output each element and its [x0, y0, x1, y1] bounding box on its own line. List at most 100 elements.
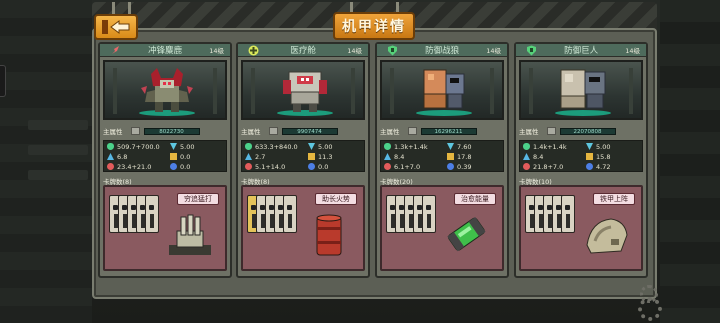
heart-icon	[523, 143, 530, 150]
turret-icon	[169, 214, 211, 255]
attribute-chip-icon	[130, 127, 140, 135]
stat-crit: 0.0	[308, 162, 328, 171]
attribute-chip-icon	[268, 127, 278, 135]
mech-card-0[interactable]: 冲锋麋鹿 14级 主属性 8022730 509.7+700.0 5.00 6.…	[98, 42, 232, 278]
mech-level: 14级	[209, 47, 224, 55]
skill-name[interactable]: 治愈能量	[454, 193, 496, 205]
armor-icon	[384, 153, 391, 160]
armor-icon	[245, 153, 252, 160]
mech-name: 防御巨人	[564, 46, 599, 56]
skill-name[interactable]: 助长火势	[315, 193, 357, 205]
stat-shield: 15.8	[586, 152, 610, 161]
armor-icon	[523, 153, 530, 160]
stat-hp: 1.3k+1.4k	[384, 142, 428, 151]
main-attribute: 主属性 22070808	[519, 126, 616, 136]
fist-icon	[523, 163, 530, 170]
background-side-item	[28, 145, 88, 155]
mech-portrait	[519, 60, 643, 120]
back-button[interactable]	[94, 14, 138, 40]
speed-icon	[308, 143, 315, 150]
fist-icon	[245, 163, 252, 170]
main-attr-label: 主属性	[103, 128, 123, 136]
shield-icon	[447, 153, 454, 160]
mech-name: 防御战狼	[425, 46, 460, 56]
stat-hp: 509.7+700.0	[107, 142, 160, 151]
main-attr-value: 16296211	[420, 127, 477, 135]
mech-portrait	[103, 60, 227, 120]
card-header: 冲锋麋鹿 14级	[100, 44, 230, 57]
mech-name: 冲锋麋鹿	[148, 46, 183, 56]
stats-panel: 633.3+840.0 5.00 2.7 11.3 5.1+14.0 0.0	[241, 140, 365, 172]
mech-card-1[interactable]: 医疗舱 14级 主属性 9907474 633.3+840.0 5.00 2.7…	[236, 42, 370, 278]
skill-card-box[interactable]: 铁甲上阵	[519, 185, 643, 271]
shield-icon	[526, 45, 537, 56]
mech-name: 医疗舱	[290, 46, 316, 56]
heal-cross-icon	[248, 45, 259, 56]
skill-card-box[interactable]: 助长火势	[241, 185, 365, 271]
shield-icon	[586, 153, 593, 160]
main-attr-label: 主属性	[241, 128, 261, 136]
skill-card-box[interactable]: 治愈能量	[380, 185, 504, 271]
gear-icon	[638, 297, 662, 321]
mech-portrait	[380, 60, 504, 120]
mech-level: 14级	[347, 47, 362, 55]
stats-panel: 509.7+700.0 5.00 6.8 0.0 23.4+21.0 0.0	[103, 140, 227, 172]
side-drawer-handle[interactable]	[0, 65, 6, 97]
background-side-item	[28, 120, 88, 130]
shield-icon	[170, 153, 177, 160]
main-attr-label: 主属性	[519, 128, 539, 136]
mech-sprite	[139, 68, 195, 116]
game-screen: 机甲详情 冲锋麋鹿 14级 主属性 8022730 509.7+700.0 5.…	[0, 0, 720, 323]
speed-icon	[170, 143, 177, 150]
stats-panel: 1.3k+1.4k 7.60 8.4 17.8 6.1+7.0 0.39	[380, 140, 504, 172]
stat-crit: 0.0	[170, 162, 190, 171]
card-header: 防御巨人 14级	[516, 44, 646, 57]
mech-card-3[interactable]: 防御巨人 14级 主属性 22070808 1.4k+1.4k 5.00 8.4	[514, 42, 648, 278]
stat-shield: 17.8	[447, 152, 471, 161]
mech-card-2[interactable]: 防御战狼 14级 主属性 16296211 1.3k+1.4k 7.60 8.4	[375, 42, 509, 278]
energy-battery-icon	[447, 217, 486, 252]
heart-icon	[107, 143, 114, 150]
background-right-wall	[660, 0, 720, 323]
skill-card-box[interactable]: 穷追猛打	[103, 185, 227, 271]
mini-card	[145, 195, 159, 233]
fist-icon	[384, 163, 391, 170]
heart-icon	[245, 143, 252, 150]
speed-icon	[447, 143, 454, 150]
rocket-icon	[110, 45, 121, 56]
main-attribute: 主属性 9907474	[241, 126, 338, 136]
hanger-chain	[112, 2, 115, 14]
stat-attack: 21.8+7.0	[523, 162, 563, 171]
card-header: 医疗舱 14级	[238, 44, 368, 57]
mini-card	[422, 195, 436, 233]
armor-plate-icon	[586, 218, 628, 254]
crit-icon	[170, 163, 177, 170]
stat-shield: 11.3	[308, 152, 332, 161]
main-attribute: 主属性 8022730	[103, 126, 200, 136]
main-attr-value: 9907474	[281, 127, 338, 135]
heart-icon	[384, 143, 391, 150]
stat-speed: 5.00	[170, 142, 194, 151]
skill-name[interactable]: 铁甲上阵	[593, 193, 635, 205]
armor-icon	[107, 153, 114, 160]
shield-icon	[308, 153, 315, 160]
stat-armor: 8.4	[523, 152, 543, 161]
main-attribute: 主属性 16296211	[380, 126, 477, 136]
stat-speed: 5.00	[308, 142, 332, 151]
skill-name[interactable]: 穷追猛打	[177, 193, 219, 205]
crit-icon	[447, 163, 454, 170]
stat-speed: 7.60	[447, 142, 471, 151]
attribute-chip-icon	[546, 127, 556, 135]
page-title: 机甲详情	[333, 12, 415, 40]
mini-card	[561, 195, 575, 233]
stat-hp: 1.4k+1.4k	[523, 142, 567, 151]
stat-crit: 4.72	[586, 162, 610, 171]
main-attr-value: 8022730	[143, 127, 200, 135]
stat-hp: 633.3+840.0	[245, 142, 298, 151]
card-header: 防御战狼 14级	[377, 44, 507, 57]
mech-level: 14级	[486, 47, 501, 55]
speed-icon	[586, 143, 593, 150]
stat-speed: 5.00	[586, 142, 610, 151]
main-attr-label: 主属性	[380, 128, 400, 136]
mech-sprite	[277, 71, 333, 116]
